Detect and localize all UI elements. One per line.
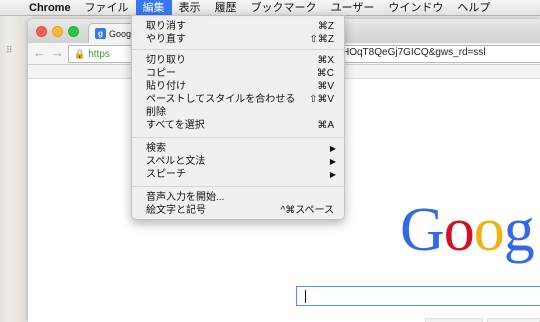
menu-chrome[interactable]: Chrome xyxy=(22,0,78,16)
menu-item-redo[interactable]: やり直す ⇧⌘Z xyxy=(132,33,346,46)
menu-window[interactable]: ウインドウ xyxy=(381,0,450,16)
menu-item-label: 削除 xyxy=(146,107,166,118)
menu-item-cut[interactable]: 切り取り ⌘X xyxy=(132,54,346,67)
menu-item-speech[interactable]: スピーチ ▶ xyxy=(132,168,346,181)
menu-item-shortcut: ^⌘スペース xyxy=(280,205,335,216)
logo-letter: g xyxy=(503,196,535,264)
menu-item-delete[interactable]: 削除 xyxy=(132,106,346,119)
menu-item-label: スペルと文法 xyxy=(146,156,206,167)
submenu-arrow-icon: ▶ xyxy=(329,170,336,179)
menu-item-select-all[interactable]: すべてを選択 ⌘A xyxy=(132,119,346,132)
menu-item-label: コピー xyxy=(146,68,176,79)
menu-help[interactable]: ヘルプ xyxy=(450,0,497,16)
menu-item-shortcut: ⇧⌘Z xyxy=(309,34,335,45)
menu-item-copy[interactable]: コピー ⌘C xyxy=(132,67,346,80)
menu-item-shortcut: ⌘A xyxy=(317,120,334,131)
submenu-arrow-icon: ▶ xyxy=(329,157,336,166)
menu-history[interactable]: 履歴 xyxy=(208,0,244,16)
menu-item-label: やり直す xyxy=(146,34,186,45)
text-caret xyxy=(305,290,306,303)
menu-item-label: スピーチ xyxy=(146,169,186,180)
search-input[interactable] xyxy=(296,286,540,306)
logo-letter: o xyxy=(473,196,505,264)
google-favicon-icon: g xyxy=(95,28,106,39)
lucky-button[interactable] xyxy=(487,318,540,322)
lock-icon: 🔒 xyxy=(74,49,86,59)
menu-item-shortcut: ⌘V xyxy=(317,81,334,92)
url-scheme: https xyxy=(88,49,110,60)
minimize-window-button[interactable] xyxy=(52,26,63,37)
forward-arrow-icon[interactable]: → xyxy=(51,46,64,60)
menu-separator xyxy=(132,137,346,138)
menu-item-label: 検索 xyxy=(146,143,166,154)
close-window-button[interactable] xyxy=(36,26,47,37)
menu-people[interactable]: ユーザー xyxy=(324,0,382,16)
menu-item-label: 取り消す xyxy=(146,21,186,32)
menu-item-paste-match-style[interactable]: ペーストしてスタイルを合わせる ⇧⌘V xyxy=(132,93,346,106)
zoom-window-button[interactable] xyxy=(68,26,79,37)
menu-bookmarks[interactable]: ブックマーク xyxy=(244,0,324,16)
logo-letter: G xyxy=(400,196,445,264)
menu-item-shortcut: ⌘C xyxy=(316,68,334,79)
menu-item-spelling-grammar[interactable]: スペルと文法 ▶ xyxy=(132,155,346,168)
menu-item-undo[interactable]: 取り消す ⌘Z xyxy=(132,20,346,33)
google-search-button[interactable] xyxy=(425,318,483,322)
menu-item-emoji-symbols[interactable]: 絵文字と記号 ^⌘スペース xyxy=(132,204,346,217)
url-text: HOqT8QeGj7GICQ&gws_rd=ssl xyxy=(342,47,486,58)
logo-letter: o xyxy=(443,196,475,264)
menu-item-label: 貼り付け xyxy=(146,81,186,92)
menu-separator xyxy=(132,49,346,50)
menu-item-label: ペーストしてスタイルを合わせる xyxy=(146,94,296,105)
menu-item-label: すべてを選択 xyxy=(146,120,205,131)
menu-item-label: 切り取り xyxy=(146,55,186,66)
submenu-arrow-icon: ▶ xyxy=(329,144,336,153)
menu-item-find[interactable]: 検索 ▶ xyxy=(132,142,346,155)
menubar: Chrome ファイル 編集 表示 履歴 ブックマーク ユーザー ウインドウ ヘ… xyxy=(0,0,540,16)
apps-grid-icon[interactable]: ⠿ xyxy=(6,45,13,56)
menu-item-shortcut: ⌘X xyxy=(317,55,334,66)
edit-menu-dropdown: 取り消す ⌘Z やり直す ⇧⌘Z 切り取り ⌘X コピー ⌘C 貼り付け ⌘V … xyxy=(131,15,346,220)
menu-file[interactable]: ファイル xyxy=(78,0,136,16)
menu-item-label: 絵文字と記号 xyxy=(146,205,206,216)
menu-item-start-dictation[interactable]: 音声入力を開始... xyxy=(132,191,346,204)
menu-separator xyxy=(132,186,346,187)
menu-item-label: 音声入力を開始... xyxy=(146,192,225,203)
google-logo: Goog xyxy=(400,195,535,266)
menu-item-shortcut: ⌘Z xyxy=(317,21,334,32)
back-arrow-icon[interactable]: ← xyxy=(33,46,46,60)
menu-item-shortcut: ⇧⌘V xyxy=(308,94,334,105)
menu-item-paste[interactable]: 貼り付け ⌘V xyxy=(132,80,346,93)
menu-view[interactable]: 表示 xyxy=(172,0,208,16)
menu-edit[interactable]: 編集 xyxy=(135,0,172,16)
